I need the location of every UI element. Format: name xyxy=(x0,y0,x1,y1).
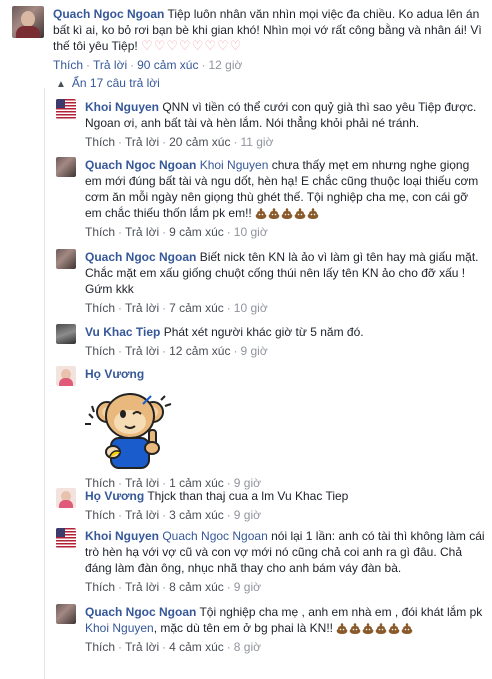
comment-actions: Thích · Trả lời · 20 cảm xúc · 11 giờ xyxy=(85,135,274,149)
reply-button[interactable]: Trả lời xyxy=(125,640,159,654)
like-button[interactable]: Thích xyxy=(53,58,83,72)
like-button[interactable]: Thích xyxy=(85,301,115,315)
comment-author[interactable]: Vu Khac Tiep xyxy=(85,325,160,339)
reply-button[interactable]: Trả lời xyxy=(125,301,159,315)
comment-author[interactable]: Họ Vương xyxy=(85,489,144,503)
comment-actions: Thích · Trả lời · 4 cảm xúc · 8 giờ xyxy=(85,640,262,654)
reactions-count[interactable]: 20 cảm xúc xyxy=(169,135,230,149)
reply-comment: Họ Vương Thjck than thaj cua a lm Vu Kha… xyxy=(56,488,486,523)
comment-author[interactable]: Quach Ngoc Ngoan xyxy=(53,7,164,21)
comment-text: Phát xét người khác giờ từ 5 năm đó. xyxy=(163,325,364,339)
reply-button[interactable]: Trả lời xyxy=(125,580,159,594)
mention-link[interactable]: Khoi Nguyen xyxy=(200,158,269,172)
reactions-count[interactable]: 4 cảm xúc xyxy=(169,640,224,654)
avatar[interactable] xyxy=(56,324,76,344)
timestamp[interactable]: 11 giờ xyxy=(240,135,273,149)
timestamp[interactable]: 12 giờ xyxy=(208,58,242,72)
reactions-count[interactable]: 8 cảm xúc xyxy=(169,580,224,594)
comment-thread: Quach Ngoc Ngoan Tiệp luôn nhân văn nhìn… xyxy=(0,0,492,679)
reply-comment: Quach Ngoc Ngoan Khoi Nguyen chưa thấy m… xyxy=(56,157,486,240)
comment-text: Tội nghiệp cha mẹ , anh em nhà em , đói … xyxy=(199,605,483,619)
timestamp[interactable]: 10 giờ xyxy=(234,301,268,315)
comment-text: Thjck than thaj cua a lm Vu Khac Tiep xyxy=(147,489,349,503)
reactions-count[interactable]: 90 cảm xúc xyxy=(137,58,198,72)
timestamp[interactable]: 9 giờ xyxy=(234,508,261,522)
like-button[interactable]: Thích xyxy=(85,225,115,239)
reply-comment: Quach Ngoc Ngoan Biết nick tên KN là ảo … xyxy=(56,249,486,316)
comment-actions: Thích · Trả lời · 12 cảm xúc · 9 giờ xyxy=(85,344,268,358)
reactions-count[interactable]: 3 cảm xúc xyxy=(169,508,224,522)
comment-actions: Thích · Trả lời · 90 cảm xúc · 12 giờ xyxy=(53,58,243,72)
reactions-count[interactable]: 7 cảm xúc xyxy=(169,301,224,315)
comment-actions: Thích · Trả lời · 7 cảm xúc · 10 giờ xyxy=(85,301,268,315)
like-button[interactable]: Thích xyxy=(85,344,115,358)
reply-button[interactable]: Trả lời xyxy=(125,135,159,149)
hide-replies-toggle[interactable]: ▲ Ẩn 17 câu trả lời xyxy=(56,76,160,90)
poop-emoji-icon xyxy=(336,621,414,635)
reply-comment: Quach Ngoc Ngoan Tội nghiệp cha mẹ , anh… xyxy=(56,604,486,655)
chevron-up-icon: ▲ xyxy=(56,79,66,90)
mention-link[interactable]: Khoi Nguyen xyxy=(85,621,154,635)
comment-author[interactable]: Quach Ngoc Ngoan xyxy=(85,158,196,172)
mention-link[interactable]: Quach Ngoc Ngoan xyxy=(162,529,267,543)
comment-text: , mặc dù tên em ở bg phai là KN!! xyxy=(153,621,334,635)
avatar[interactable] xyxy=(56,99,76,119)
avatar[interactable] xyxy=(56,528,76,548)
comment-author[interactable]: Họ Vương xyxy=(85,367,144,381)
timestamp[interactable]: 8 giờ xyxy=(234,640,261,654)
thread-line xyxy=(44,88,45,679)
reply-button[interactable]: Trả lời xyxy=(93,58,127,72)
poop-emoji-icon xyxy=(255,206,320,220)
reply-button[interactable]: Trả lời xyxy=(125,508,159,522)
timestamp[interactable]: 9 giờ xyxy=(240,344,267,358)
comment-actions: Thích · Trả lời · 8 cảm xúc · 9 giờ xyxy=(85,580,262,594)
timestamp[interactable]: 9 giờ xyxy=(234,580,261,594)
reactions-count[interactable]: 9 cảm xúc xyxy=(169,225,224,239)
like-button[interactable]: Thích xyxy=(85,508,115,522)
comment-actions: Thích · Trả lời · 9 cảm xúc · 10 giờ xyxy=(85,225,268,239)
avatar[interactable] xyxy=(12,6,44,38)
like-button[interactable]: Thích xyxy=(85,640,115,654)
comment-author[interactable]: Khoi Nguyen xyxy=(85,529,159,543)
avatar[interactable] xyxy=(56,366,76,386)
comment-author[interactable]: Quach Ngoc Ngoan xyxy=(85,605,196,619)
avatar[interactable] xyxy=(56,604,76,624)
comment-author[interactable]: Quach Ngoc Ngoan xyxy=(85,250,196,264)
reply-comment: Họ Vương Thích · Trả lời · 1 cảm xúc · 9… xyxy=(56,366,486,491)
comment-actions: Thích · Trả lời · 3 cảm xúc · 9 giờ xyxy=(85,508,262,522)
avatar[interactable] xyxy=(56,249,76,269)
comment-author[interactable]: Khoi Nguyen xyxy=(85,100,159,114)
heart-emoji-icon: ♡♡♡♡♡♡♡♡ xyxy=(141,38,243,53)
timestamp[interactable]: 10 giờ xyxy=(234,225,268,239)
avatar[interactable] xyxy=(56,157,76,177)
main-comment: Quach Ngoc Ngoan Tiệp luôn nhân văn nhìn… xyxy=(12,6,484,73)
reply-comment: Khoi Nguyen Quach Ngoc Ngoan nói lại 1 l… xyxy=(56,528,486,595)
reply-button[interactable]: Trả lời xyxy=(125,225,159,239)
like-button[interactable]: Thích xyxy=(85,135,115,149)
reply-comment: Vu Khac Tiep Phát xét người khác giờ từ … xyxy=(56,324,486,359)
reply-button[interactable]: Trả lời xyxy=(125,344,159,358)
reactions-count[interactable]: 12 cảm xúc xyxy=(169,344,230,358)
reply-comment: Khoi Nguyen QNN vì tiền có thể cưới con … xyxy=(56,99,486,150)
like-button[interactable]: Thích xyxy=(85,580,115,594)
avatar[interactable] xyxy=(56,488,76,508)
monkey-sticker[interactable] xyxy=(85,386,177,472)
